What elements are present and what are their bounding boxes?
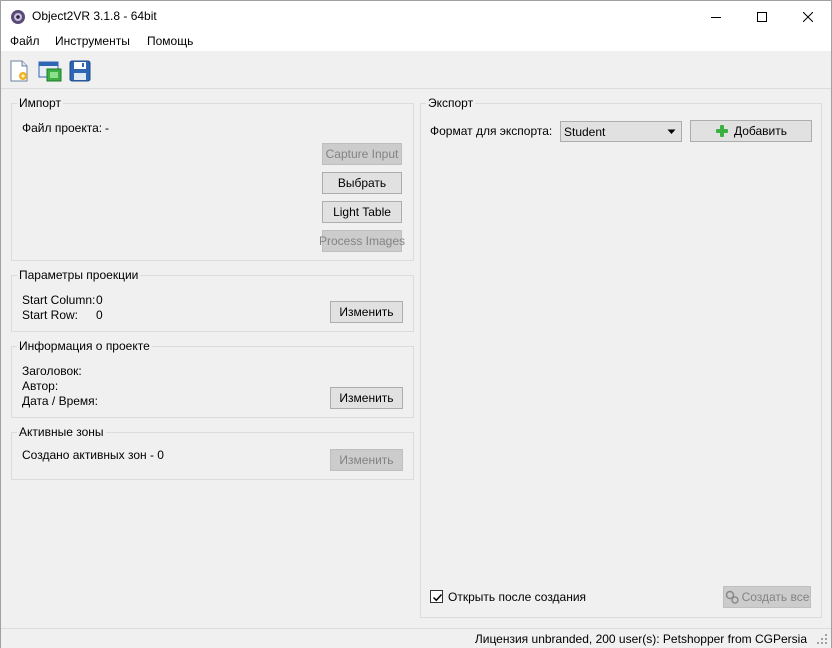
status-bar: Лицензия unbranded, 200 user(s): Petshop… (1, 628, 831, 648)
project-file-value: - (105, 121, 109, 135)
app-icon (10, 9, 26, 25)
add-export-button[interactable]: Добавить (690, 120, 812, 142)
window-title: Object2VR 3.1.8 - 64bit (32, 9, 157, 23)
menu-file[interactable]: Файл (8, 34, 42, 48)
hotspots-change-button[interactable]: Изменить (330, 449, 403, 471)
project-info-group-title: Информация о проекте (17, 339, 152, 353)
projection-change-button[interactable]: Изменить (330, 301, 403, 323)
export-format-label: Формат для экспорта: (430, 124, 553, 138)
create-all-label: Создать все (741, 590, 810, 604)
new-project-icon (10, 60, 28, 82)
project-file-label: Файл проекта: (22, 121, 103, 135)
title-bar[interactable]: Object2VR 3.1.8 - 64bit (1, 1, 831, 32)
app-window: Object2VR 3.1.8 - 64bit Файл Инструменты… (0, 0, 832, 648)
new-project-button[interactable] (7, 59, 31, 83)
create-all-button[interactable]: Создать все (723, 586, 811, 608)
resize-grip-icon[interactable] (817, 634, 828, 645)
save-button[interactable] (68, 59, 92, 83)
license-status-text: Лицензия unbranded, 200 user(s): Petshop… (474, 632, 807, 646)
author-label: Автор: (22, 379, 59, 393)
project-info-change-button[interactable]: Изменить (330, 387, 403, 409)
hotspots-group-title: Активные зоны (17, 425, 106, 439)
start-column-value: 0 (96, 293, 103, 307)
light-table-button[interactable]: Light Table (322, 201, 402, 223)
start-row-label: Start Row: (22, 308, 79, 322)
menu-bar: Файл Инструменты Помощь (1, 32, 831, 52)
capture-input-button[interactable]: Capture Input (322, 143, 402, 165)
export-format-value: Student (564, 125, 606, 139)
maximize-button[interactable] (739, 1, 785, 32)
start-column-label: Start Column: (22, 293, 96, 307)
export-format-select[interactable]: Student (560, 121, 682, 142)
menu-tools[interactable]: Инструменты (53, 34, 132, 48)
add-export-label: Добавить (733, 124, 788, 138)
start-row-value: 0 (96, 308, 103, 322)
close-icon (803, 11, 813, 22)
heading-label: Заголовок: (22, 364, 82, 378)
open-after-label[interactable]: Открыть после создания (448, 590, 586, 604)
projection-group-title: Параметры проекции (17, 268, 141, 282)
maximize-icon (757, 11, 767, 22)
menu-help[interactable]: Помощь (145, 34, 195, 48)
import-group-title: Импорт (17, 96, 63, 110)
minimize-button[interactable] (693, 1, 739, 32)
checkmark-icon (432, 593, 443, 602)
datetime-label: Дата / Время: (22, 394, 99, 408)
hotspots-created-text: Создано активных зон - 0 (22, 448, 164, 462)
toolbar (1, 53, 831, 89)
open-after-checkbox[interactable] (430, 590, 443, 603)
open-project-button[interactable] (38, 59, 62, 83)
export-group-title: Экспорт (426, 96, 476, 110)
save-icon (69, 60, 91, 82)
gears-icon (725, 590, 739, 604)
open-project-icon (38, 61, 62, 82)
chevron-down-icon (667, 129, 676, 134)
choose-button[interactable]: Выбрать (322, 172, 402, 194)
export-group: Экспорт (420, 96, 822, 618)
plus-icon (715, 125, 728, 137)
process-images-button[interactable]: Process Images (319, 230, 405, 252)
close-button[interactable] (785, 1, 831, 32)
minimize-icon (711, 16, 721, 18)
